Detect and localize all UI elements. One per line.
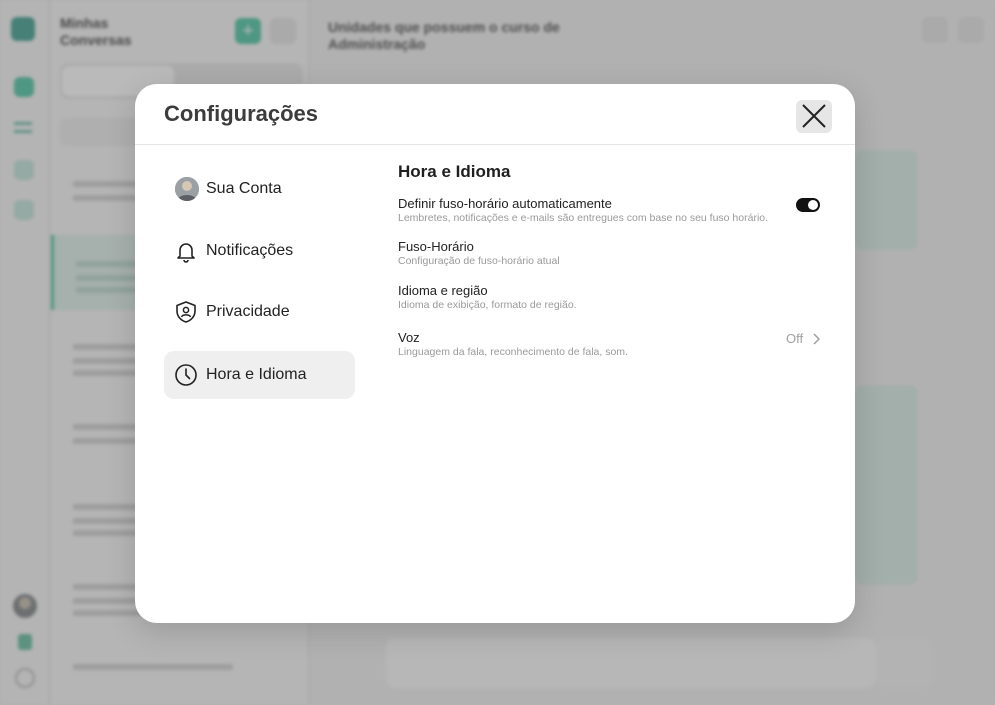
toggle-knob — [808, 200, 818, 210]
setting-label: Fuso-Horário — [398, 239, 474, 254]
shield-user-icon — [176, 301, 196, 323]
nav-item-sua-conta[interactable]: Sua Conta — [164, 165, 355, 213]
avatar — [175, 177, 199, 201]
setting-description: Idioma de exibição, formato de região. — [398, 299, 577, 311]
header-divider — [135, 144, 855, 145]
modal-title: Configurações — [164, 101, 319, 126]
auto-timezone-toggle[interactable] — [796, 198, 820, 212]
settings-content: Hora e Idioma — [398, 162, 828, 182]
nav-item-notificacoes[interactable]: Notificações — [164, 227, 355, 275]
settings-modal: Configurações Sua Conta Notificações Pri… — [135, 84, 855, 623]
setting-idioma-regiao[interactable]: Idioma e região Idioma de exibição, form… — [398, 283, 828, 311]
section-title: Hora e Idioma — [398, 162, 511, 181]
setting-description: Linguagem da fala, reconhecimento de fal… — [398, 346, 628, 358]
nav-label: Privacidade — [206, 303, 290, 320]
chevron-right-icon — [813, 333, 821, 345]
close-button[interactable] — [796, 100, 832, 133]
nav-item-hora-e-idioma[interactable]: Hora e Idioma — [164, 351, 355, 399]
nav-label: Hora e Idioma — [206, 366, 307, 383]
clock-icon — [175, 364, 197, 386]
nav-label: Sua Conta — [206, 180, 282, 197]
setting-fuso-horario[interactable]: Fuso-Horário Configuração de fuso-horári… — [398, 239, 828, 267]
setting-description: Lembretes, notificações e e-mails são en… — [398, 212, 769, 224]
setting-label: Idioma e região — [398, 283, 488, 298]
setting-description: Configuração de fuso-horário atual — [398, 255, 560, 267]
nav-label: Notificações — [206, 242, 294, 259]
setting-label: Definir fuso-horário automaticamente — [398, 196, 612, 211]
voz-value[interactable]: Off — [786, 331, 821, 346]
close-icon — [802, 104, 826, 128]
voz-value-label: Off — [786, 331, 804, 346]
nav-item-privacidade[interactable]: Privacidade — [164, 288, 355, 336]
setting-voz[interactable]: Voz Linguagem da fala, reconhecimento de… — [398, 330, 828, 358]
bell-icon — [177, 243, 195, 263]
setting-label: Voz — [398, 330, 420, 345]
setting-auto-timezone: Definir fuso-horário automaticamente Lem… — [398, 196, 828, 224]
